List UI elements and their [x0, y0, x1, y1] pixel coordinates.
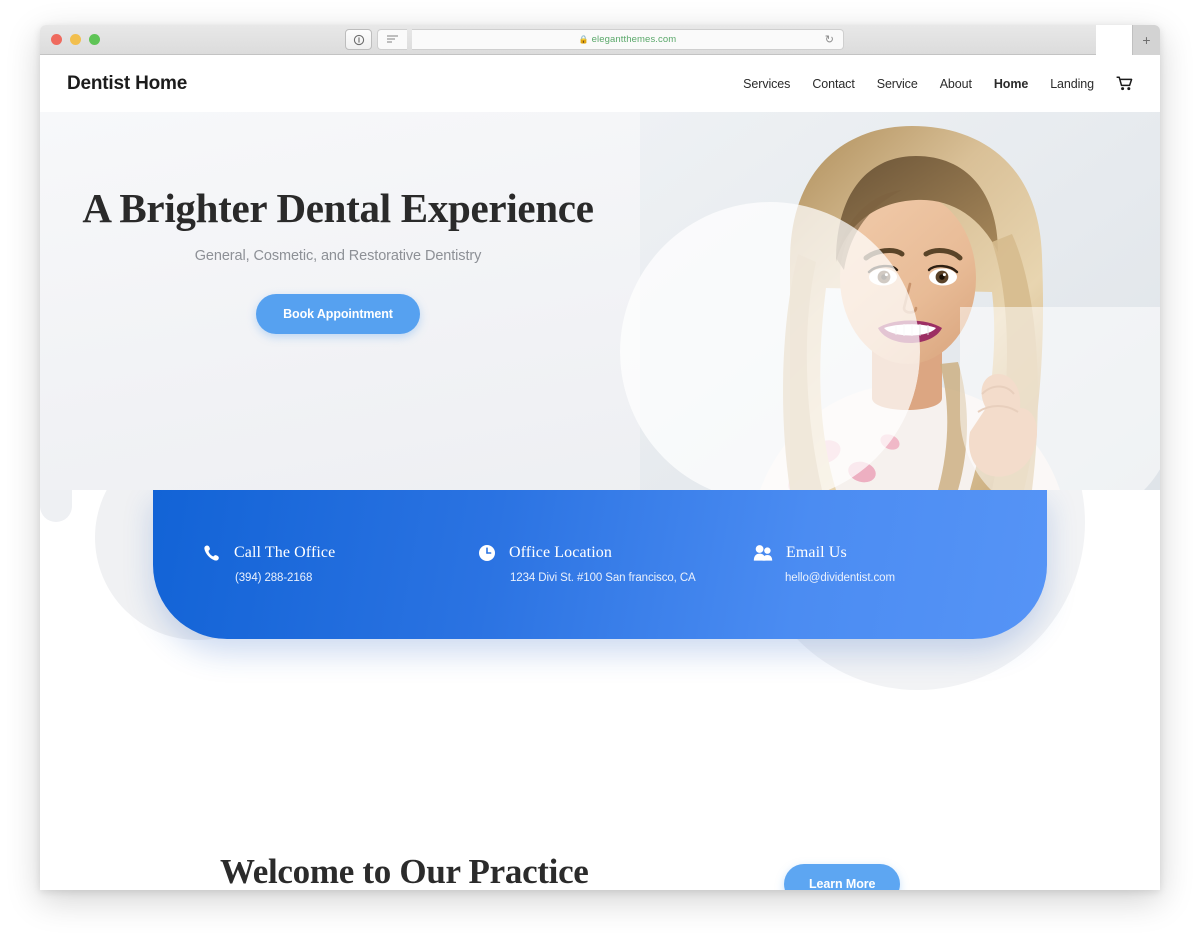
- site-header: Dentist Home Services Contact Service Ab…: [40, 55, 1160, 112]
- info-value-phone[interactable]: (394) 288-2168: [235, 572, 478, 584]
- decorative-arc-left: [620, 202, 920, 490]
- nav-item-contact[interactable]: Contact: [812, 77, 854, 91]
- reader-view-icon: [387, 35, 398, 43]
- info-column-email: Email Us hello@dividentist.com: [753, 544, 997, 584]
- address-bar-group: 🔒 elegantthemes.com ↻: [345, 29, 844, 50]
- info-title-location: Office Location: [509, 544, 612, 561]
- reload-icon[interactable]: ↻: [825, 33, 834, 46]
- hero-subtitle: General, Cosmetic, and Restorative Denti…: [194, 248, 482, 265]
- url-bar[interactable]: 🔒 elegantthemes.com ↻: [412, 29, 844, 50]
- hero-title: A Brighter Dental Experience: [82, 185, 594, 231]
- welcome-section: Welcome to Our Practice Lorem ipsum dolo…: [40, 780, 1160, 890]
- lock-icon: 🔒: [578, 35, 589, 44]
- toolbar-spacer: [1096, 25, 1132, 55]
- page-viewport: Dentist Home Services Contact Service Ab…: [40, 55, 1160, 890]
- contact-info-section: Call The Office (394) 288-2168 Office Lo…: [40, 490, 1160, 780]
- close-window-button[interactable]: [51, 34, 62, 45]
- people-icon: [753, 544, 773, 562]
- privacy-report-icon: [353, 34, 364, 45]
- welcome-text-block: Welcome to Our Practice Lorem ipsum dolo…: [220, 852, 740, 890]
- info-title-phone: Call The Office: [234, 544, 336, 561]
- info-column-phone: Call The Office (394) 288-2168: [203, 544, 478, 584]
- browser-toolbar: 🔒 elegantthemes.com ↻ +: [40, 25, 1160, 55]
- welcome-title: Welcome to Our Practice: [220, 852, 589, 890]
- nav-item-home[interactable]: Home: [994, 77, 1028, 91]
- nav-item-about[interactable]: About: [940, 77, 972, 91]
- info-title-email: Email Us: [786, 544, 847, 561]
- shopping-cart-icon[interactable]: [1116, 76, 1133, 91]
- learn-more-button[interactable]: Learn More: [784, 864, 901, 890]
- decorative-shape-small: [40, 490, 72, 522]
- hero-content: A Brighter Dental Experience General, Co…: [68, 112, 608, 335]
- minimize-window-button[interactable]: [70, 34, 81, 45]
- decorative-arc-right: [960, 307, 1160, 490]
- nav-item-services[interactable]: Services: [743, 77, 790, 91]
- privacy-report-button[interactable]: [345, 29, 372, 50]
- site-brand[interactable]: Dentist Home: [67, 73, 187, 95]
- main-navigation: Services Contact Service About Home Land…: [743, 76, 1133, 91]
- new-tab-button[interactable]: +: [1132, 25, 1160, 55]
- nav-item-service[interactable]: Service: [877, 77, 918, 91]
- browser-window: 🔒 elegantthemes.com ↻ + Dentist Home Ser…: [40, 25, 1160, 890]
- reader-view-button[interactable]: [377, 29, 407, 50]
- hero-section: A Brighter Dental Experience General, Co…: [40, 112, 1160, 490]
- info-value-email[interactable]: hello@dividentist.com: [785, 572, 997, 584]
- book-appointment-button[interactable]: Book Appointment: [256, 294, 420, 335]
- info-column-location: Office Location 1234 Divi St. #100 San f…: [478, 544, 753, 584]
- clock-icon: [478, 544, 496, 562]
- window-controls: [51, 34, 100, 45]
- phone-icon: [203, 544, 221, 562]
- url-text: elegantthemes.com: [591, 34, 677, 45]
- nav-item-landing[interactable]: Landing: [1050, 77, 1094, 91]
- welcome-cta-block: Learn More: [784, 852, 901, 890]
- info-value-location: 1234 Divi St. #100 San francisco, CA: [510, 572, 696, 584]
- contact-info-band: Call The Office (394) 288-2168 Office Lo…: [153, 490, 1047, 639]
- maximize-window-button[interactable]: [89, 34, 100, 45]
